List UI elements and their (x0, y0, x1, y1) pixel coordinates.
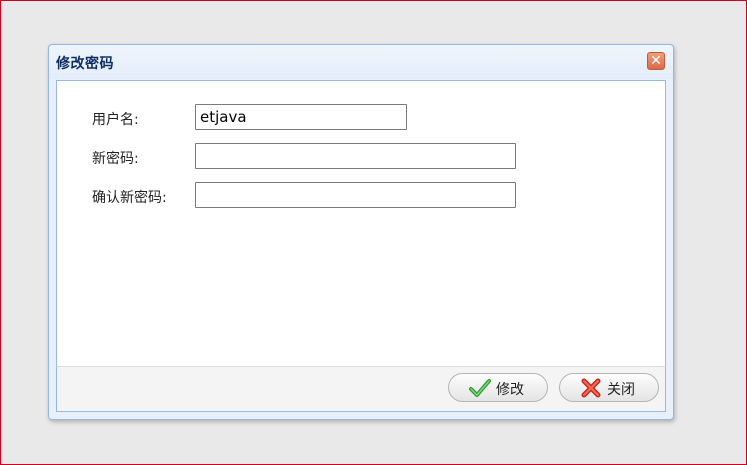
username-label: 用户名: (92, 112, 139, 128)
dialog-body: 用户名: 新密码: 确认新密码: (56, 80, 666, 366)
modify-button[interactable]: 修改 (448, 373, 548, 402)
modify-button-label: 修改 (496, 382, 524, 398)
close-icon: ✕ (650, 53, 662, 69)
new-password-input[interactable] (195, 143, 516, 169)
change-password-dialog: 修改密码 ✕ 用户名: 新密码: 确认新密码: 修改 (48, 44, 674, 420)
close-button-label: 关闭 (607, 382, 635, 398)
dialog-footer: 修改 关闭 (56, 366, 666, 412)
new-password-label: 新密码: (92, 151, 139, 167)
confirm-password-label: 确认新密码: (92, 190, 167, 206)
dialog-titlebar[interactable]: 修改密码 ✕ (49, 45, 673, 79)
cross-icon (581, 378, 601, 398)
check-icon (469, 379, 491, 397)
dialog-close-button[interactable]: ✕ (647, 52, 665, 70)
dialog-title: 修改密码 (56, 56, 114, 72)
username-input[interactable] (195, 104, 407, 130)
close-button[interactable]: 关闭 (559, 373, 659, 402)
confirm-password-input[interactable] (195, 182, 516, 208)
